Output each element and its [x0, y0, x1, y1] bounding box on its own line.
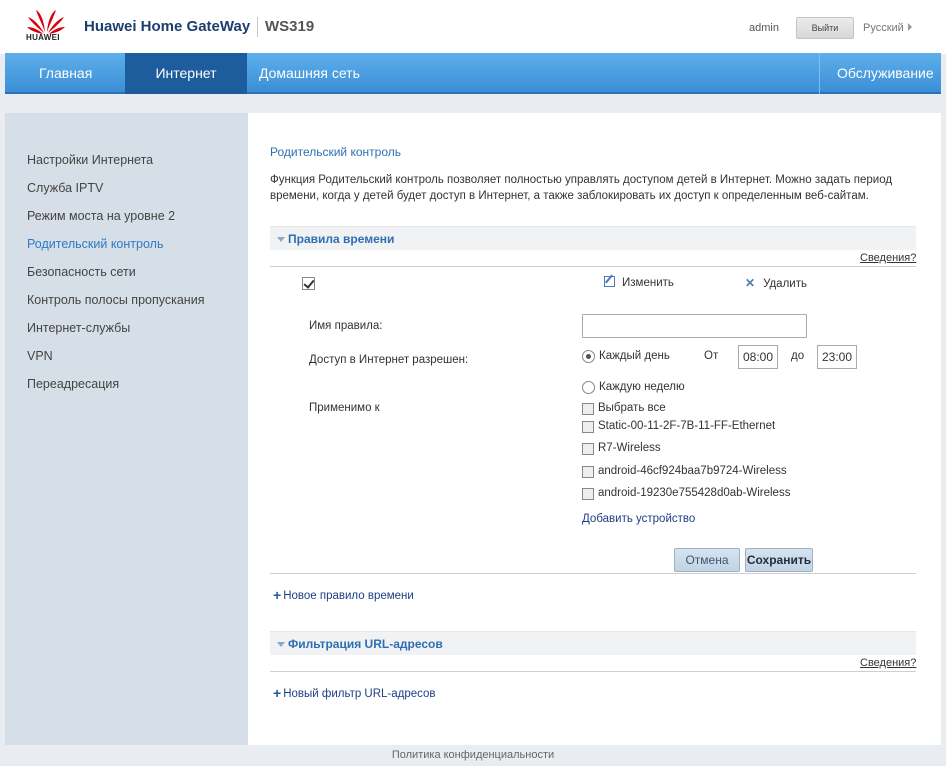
divider: [270, 266, 916, 267]
model-name: WS319: [265, 18, 315, 35]
applies-to-label: Применимо к: [309, 402, 380, 414]
edit-button[interactable]: Изменить: [604, 276, 674, 289]
new-time-rule-label: Новое правило времени: [283, 590, 414, 602]
nav-tab-main[interactable]: Главная: [27, 53, 104, 94]
sidebar-item-iptv[interactable]: Служба IPTV: [27, 181, 103, 195]
nav-divider: [819, 53, 820, 94]
brand-divider: [257, 17, 258, 37]
device-checkbox[interactable]: [582, 421, 594, 433]
close-icon: ✕: [745, 276, 756, 290]
chevron-right-icon: [907, 23, 912, 31]
nav-tab-maintenance[interactable]: Обслуживание: [825, 53, 946, 94]
main-nav: Главная Интернет Домашняя сеть Обслужива…: [5, 53, 941, 94]
collapse-arrow-icon: [277, 642, 285, 647]
from-label: От: [704, 350, 719, 362]
device-checkbox[interactable]: [582, 488, 594, 500]
cancel-button[interactable]: Отмена: [674, 548, 740, 572]
device-label: android-19230e755428d0ab-Wireless: [598, 487, 791, 499]
url-filter-title: Фильтрация URL-адресов: [288, 637, 443, 651]
add-device-link[interactable]: Добавить устройство: [582, 513, 695, 525]
huawei-logo-text: HUAWEI: [26, 33, 60, 42]
sidebar-item-bridge-mode[interactable]: Режим моста на уровне 2: [27, 209, 175, 223]
url-filter-section-header[interactable]: Фильтрация URL-адресов: [270, 631, 916, 655]
edit-icon: [604, 276, 615, 287]
delete-button[interactable]: ✕ Удалить: [745, 276, 807, 290]
sidebar-item-vpn[interactable]: VPN: [27, 349, 53, 363]
sidebar-item-bandwidth-control[interactable]: Контроль полосы пропускания: [27, 293, 204, 307]
to-label: до: [791, 350, 805, 362]
from-time-input[interactable]: 08:00: [738, 345, 778, 369]
language-selector[interactable]: Русский: [863, 22, 912, 34]
sidebar-item-network-security[interactable]: Безопасность сети: [27, 265, 136, 279]
brand-title: Huawei Home GateWay: [84, 18, 251, 35]
every-day-label: Каждый день: [599, 350, 670, 362]
sidebar: Настройки Интернета Служба IPTV Режим мо…: [5, 113, 248, 745]
every-week-radio[interactable]: [582, 381, 595, 394]
plus-icon: +: [273, 587, 282, 603]
url-filter-help-link[interactable]: Сведения?: [860, 657, 916, 669]
time-rules-section-header[interactable]: Правила времени: [270, 226, 916, 250]
access-allowed-label: Доступ в Интернет разрешен:: [309, 354, 469, 366]
plus-icon: +: [273, 685, 282, 701]
to-time-input[interactable]: 23:00: [817, 345, 857, 369]
sidebar-item-internet-settings[interactable]: Настройки Интернета: [27, 153, 153, 167]
device-label: android-46cf924baa7b9724-Wireless: [598, 465, 787, 477]
select-all-label: Выбрать все: [598, 402, 666, 414]
new-url-filter-link[interactable]: + Новый фильтр URL-адресов: [273, 685, 436, 701]
page-description: Функция Родительский контроль позволяет …: [270, 174, 893, 202]
main-content: Родительский контроль Функция Родительск…: [248, 113, 941, 745]
rule-name-input[interactable]: [582, 314, 807, 338]
sidebar-item-port-forwarding[interactable]: Переадресация: [27, 377, 119, 391]
privacy-policy-link[interactable]: Политика конфиденциальности: [0, 749, 946, 761]
language-label: Русский: [863, 22, 904, 34]
every-day-radio[interactable]: [582, 350, 595, 363]
nav-tab-home-network[interactable]: Домашняя сеть: [247, 53, 372, 94]
username: admin: [749, 22, 779, 34]
save-button[interactable]: Сохранить: [745, 548, 813, 572]
every-week-label: Каждую неделю: [599, 381, 685, 393]
divider: [270, 573, 916, 574]
divider: [270, 671, 916, 672]
collapse-arrow-icon: [277, 237, 285, 242]
logout-button[interactable]: Выйти: [796, 17, 854, 39]
select-all-checkbox[interactable]: [582, 403, 594, 415]
device-label: R7-Wireless: [598, 442, 661, 454]
edit-label: Изменить: [622, 277, 674, 289]
rule-name-label: Имя правила:: [309, 320, 383, 332]
new-url-filter-label: Новый фильтр URL-адресов: [283, 688, 436, 700]
rule-select-checkbox[interactable]: [302, 277, 315, 290]
time-rules-title: Правила времени: [288, 232, 395, 246]
sidebar-item-internet-services[interactable]: Интернет-службы: [27, 321, 130, 335]
nav-tab-internet[interactable]: Интернет: [125, 53, 247, 94]
delete-label: Удалить: [763, 278, 807, 290]
time-rules-help-link[interactable]: Сведения?: [860, 252, 916, 264]
device-label: Static-00-11-2F-7B-11-FF-Ethernet: [598, 420, 776, 432]
sidebar-item-parental-control[interactable]: Родительский контроль: [27, 237, 163, 251]
device-checkbox[interactable]: [582, 443, 594, 455]
device-checkbox[interactable]: [582, 466, 594, 478]
new-time-rule-link[interactable]: + Новое правило времени: [273, 587, 414, 603]
page-title: Родительский контроль: [270, 145, 401, 159]
header: HUAWEI Huawei Home GateWay WS319 admin В…: [0, 0, 946, 54]
